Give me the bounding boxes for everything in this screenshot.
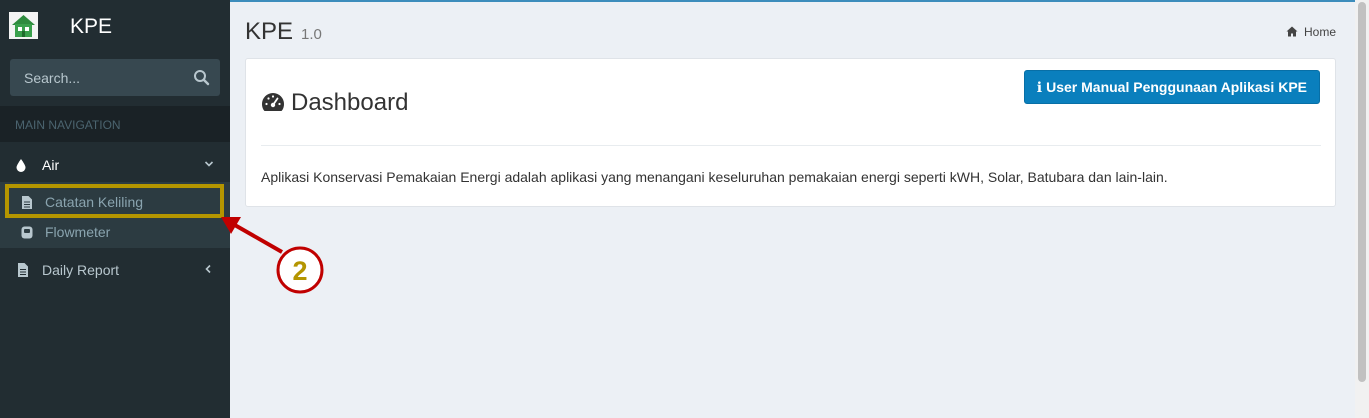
- step-annotation: 2: [221, 217, 324, 294]
- highlight-box: [5, 184, 224, 218]
- nav-header: MAIN NAVIGATION: [0, 106, 230, 142]
- home-icon: [1286, 26, 1298, 37]
- info-icon: ℹ: [1036, 80, 1043, 96]
- user-manual-button[interactable]: ℹ User Manual Penggunaan Aplikasi KPE: [1023, 70, 1320, 104]
- logo-bar[interactable]: KPE: [0, 0, 230, 50]
- app-description: Aplikasi Konservasi Pemakaian Energi ada…: [261, 169, 1168, 185]
- user-manual-button-label: User Manual Penggunaan Aplikasi KPE: [1046, 79, 1307, 95]
- house-logo-icon: [9, 12, 38, 39]
- chevron-down-icon: [204, 161, 214, 167]
- sidebar-item-daily-report[interactable]: Daily Report: [0, 255, 230, 285]
- search-icon[interactable]: [192, 68, 212, 88]
- box-title: Dashboard: [261, 89, 408, 117]
- app-name: KPE: [70, 15, 113, 38]
- breadcrumb[interactable]: Home: [1286, 25, 1336, 39]
- chevron-left-icon: [205, 264, 211, 274]
- droplet-icon: [16, 159, 26, 172]
- page-title-text: KPE: [245, 18, 294, 45]
- breadcrumb-home[interactable]: Home: [1304, 25, 1336, 39]
- divider: [261, 145, 1321, 146]
- scrollbar-thumb[interactable]: [1358, 2, 1366, 382]
- search-box: [10, 59, 220, 96]
- dashboard-box: Dashboard ℹ User Manual Penggunaan Aplika…: [245, 58, 1336, 207]
- dashboard-icon: [262, 93, 284, 111]
- sidebar-item-label: Flowmeter: [45, 224, 111, 240]
- version-label: 1.0: [301, 26, 322, 43]
- search-input[interactable]: [10, 59, 180, 96]
- file-icon: [18, 263, 28, 277]
- annotation-number: 2: [292, 256, 307, 286]
- box-title-text: Dashboard: [291, 89, 409, 116]
- gauge-icon: [21, 226, 33, 239]
- header-accent-line: [230, 0, 1369, 2]
- sidebar-item-air[interactable]: Air: [0, 148, 230, 182]
- scrollbar[interactable]: [1355, 0, 1369, 418]
- sidebar-item-flowmeter[interactable]: Flowmeter: [0, 216, 230, 246]
- annotation-arrow-line: [232, 222, 283, 254]
- sidebar-item-label: Air: [42, 157, 60, 173]
- sidebar-item-label: Daily Report: [42, 262, 120, 278]
- page-title: KPE 1.0: [245, 18, 322, 46]
